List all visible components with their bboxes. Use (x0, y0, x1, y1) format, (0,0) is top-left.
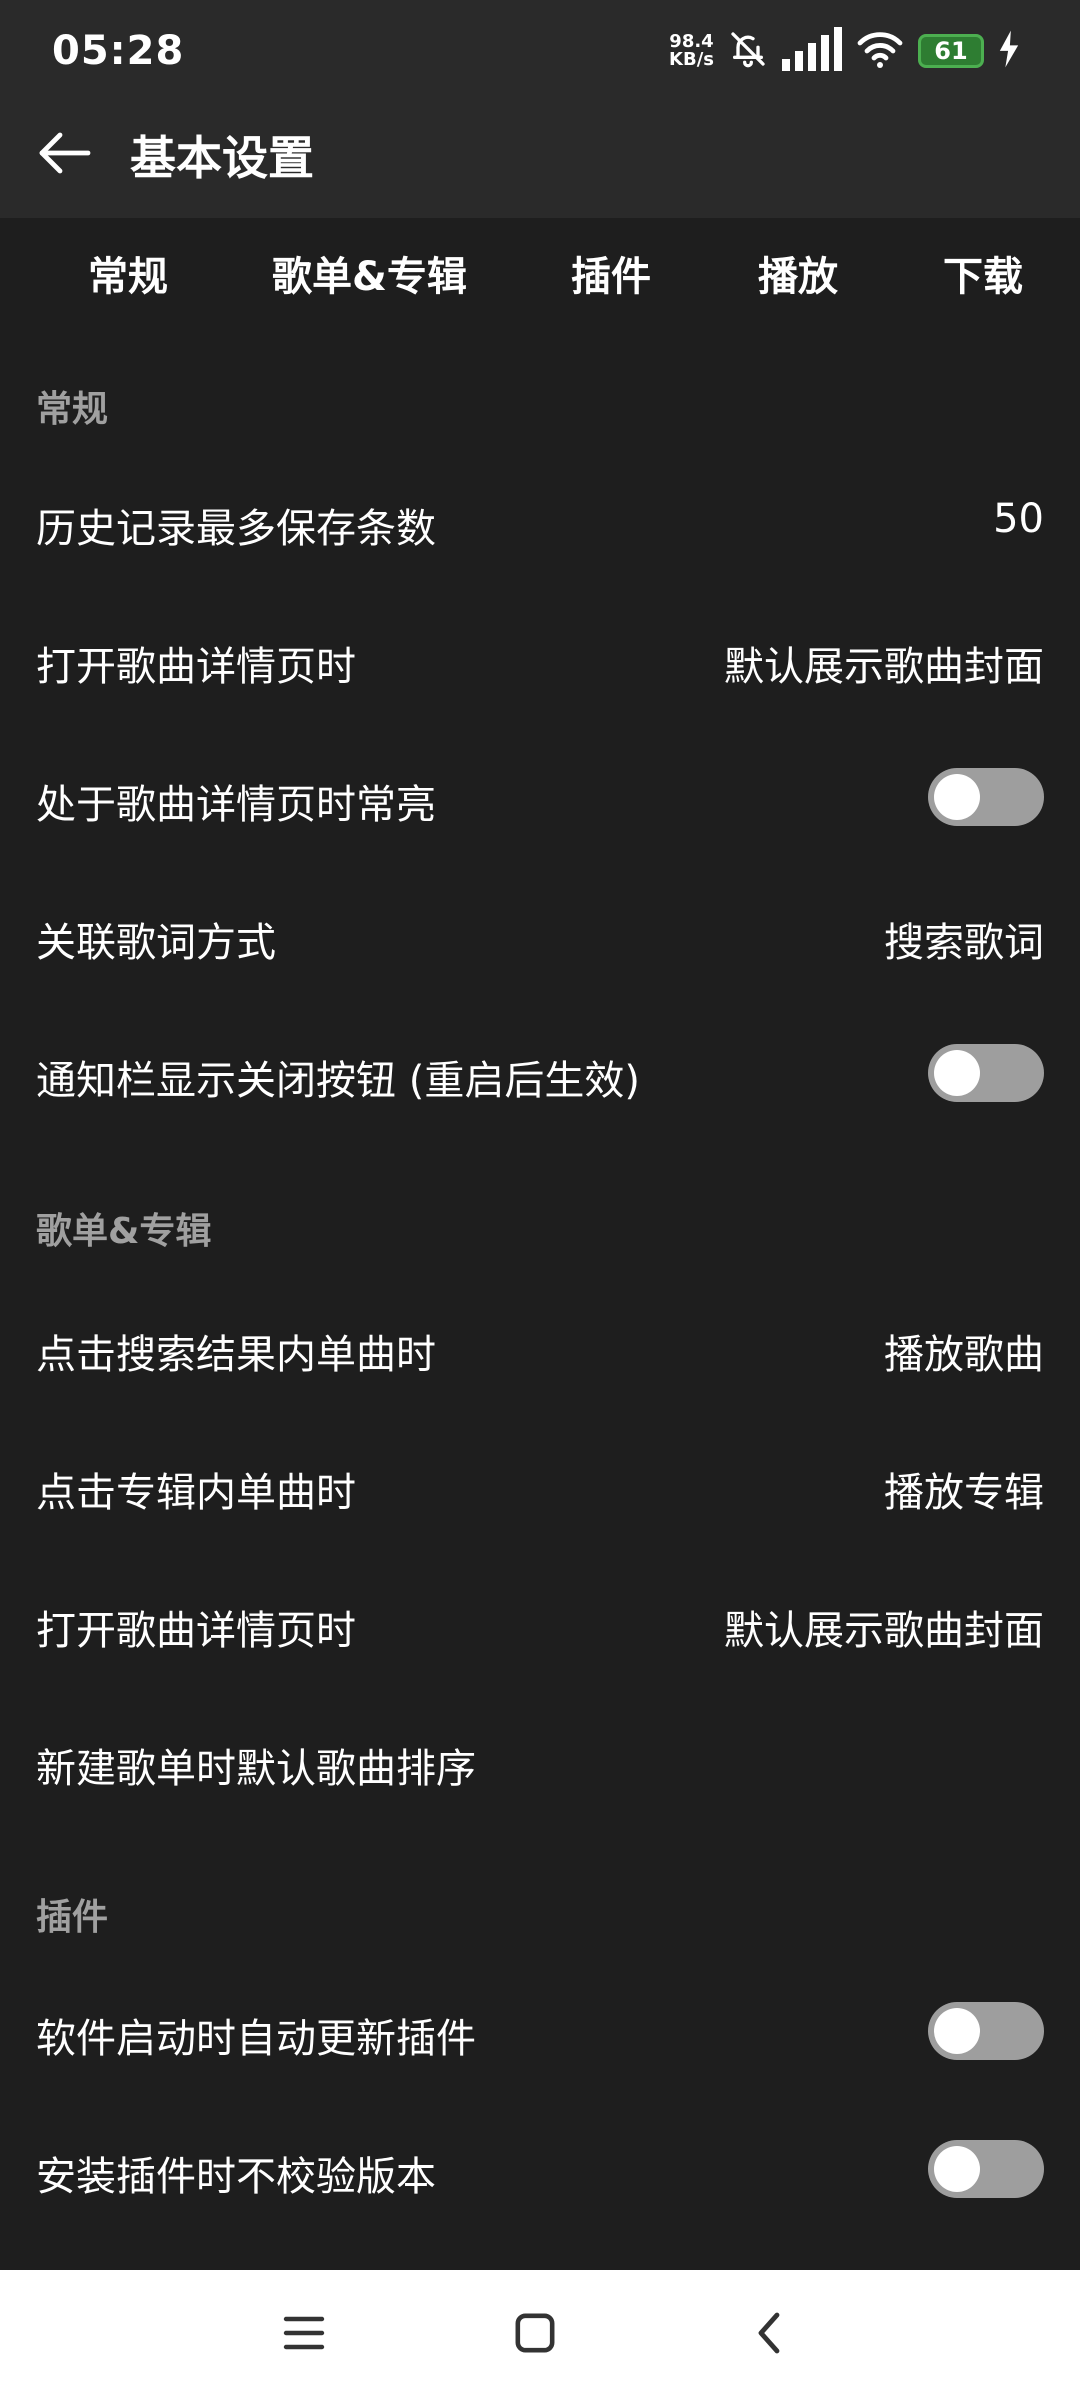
tab-download[interactable]: 下载 (943, 244, 1023, 302)
setting-label: 通知栏显示关闭按钮 (重启后生效) (36, 1058, 640, 1104)
toggle-switch[interactable] (928, 2140, 1044, 2198)
setting-open-detail[interactable]: 打开歌曲详情页时 默认展示歌曲封面 (0, 590, 1080, 728)
setting-skip-version-check: 安装插件时不校验版本 (0, 2100, 1080, 2238)
tab-general[interactable]: 常规 (88, 244, 168, 302)
section-title-playlist: 歌单&专辑 (36, 1211, 212, 1252)
nav-home-button[interactable] (500, 2300, 570, 2370)
setting-label: 关联歌词方式 (36, 920, 276, 966)
chevron-left-icon (754, 2311, 784, 2359)
setting-open-detail-playlist[interactable]: 打开歌曲详情页时 默认展示歌曲封面 (0, 1554, 1080, 1692)
setting-lyric-association[interactable]: 关联歌词方式 搜索歌词 (0, 866, 1080, 1004)
page-title: 基本设置 (130, 131, 314, 185)
network-speed: 98.4 KB/s (669, 33, 714, 69)
toggle-switch[interactable] (928, 2002, 1044, 2060)
signal-icon (782, 27, 842, 75)
setting-auto-update-plugins: 软件启动时自动更新插件 (0, 1962, 1080, 2100)
menu-icon (282, 2313, 326, 2357)
toggle-knob (934, 2146, 980, 2192)
network-speed-unit: KB/s (669, 49, 714, 70)
setting-label: 历史记录最多保存条数 (36, 506, 436, 552)
setting-label: 打开歌曲详情页时 (36, 1608, 356, 1654)
setting-value: 默认展示歌曲封面 (724, 644, 1044, 690)
setting-keep-screen-on: 处于歌曲详情页时常亮 (0, 728, 1080, 866)
nav-back-button[interactable] (734, 2300, 804, 2370)
setting-label: 处于歌曲详情页时常亮 (36, 782, 436, 828)
tab-playlist-album[interactable]: 歌单&专辑 (272, 244, 467, 302)
toggle-switch[interactable] (928, 768, 1044, 826)
arrow-left-icon (38, 131, 92, 179)
setting-label: 软件启动时自动更新插件 (36, 2016, 476, 2062)
status-bar: 05:28 98.4 KB/s 61 (0, 0, 1080, 100)
bell-off-icon (728, 29, 768, 73)
battery-indicator: 61 (918, 34, 984, 68)
section-title-general: 常规 (36, 389, 109, 430)
toggle-knob (934, 2008, 980, 2054)
setting-new-playlist-sort[interactable]: 新建歌单时默认歌曲排序 (0, 1692, 1080, 1830)
wifi-icon (856, 29, 904, 73)
toggle-switch[interactable] (928, 1044, 1044, 1102)
setting-notification-close-button: 通知栏显示关闭按钮 (重启后生效) (0, 1004, 1080, 1142)
status-icons: 98.4 KB/s 61 (669, 26, 1020, 76)
section-title-plugins: 插件 (36, 1897, 109, 1938)
setting-value: 默认展示歌曲封面 (724, 1608, 1044, 1654)
bolt-icon (998, 30, 1020, 72)
setting-label: 打开歌曲详情页时 (36, 644, 356, 690)
setting-history-max[interactable]: 历史记录最多保存条数 50 (0, 452, 1080, 590)
setting-value: 播放歌曲 (884, 1332, 1044, 1378)
setting-value: 50 (993, 496, 1044, 542)
setting-label: 点击搜索结果内单曲时 (36, 1332, 436, 1378)
setting-click-album-song[interactable]: 点击专辑内单曲时 播放专辑 (0, 1416, 1080, 1554)
setting-click-search-song[interactable]: 点击搜索结果内单曲时 播放歌曲 (0, 1278, 1080, 1416)
setting-value: 播放专辑 (884, 1470, 1044, 1516)
nav-menu-button[interactable] (269, 2300, 339, 2370)
setting-value: 搜索歌词 (884, 920, 1044, 966)
setting-label: 新建歌单时默认歌曲排序 (36, 1746, 476, 1792)
square-icon (514, 2312, 556, 2358)
section-tabs: 常规 歌单&专辑 插件 播放 下载 (0, 218, 1080, 328)
setting-label: 点击专辑内单曲时 (36, 1470, 356, 1516)
status-time: 05:28 (52, 28, 185, 74)
toggle-knob (934, 1050, 980, 1096)
system-navigation-bar (0, 2270, 1080, 2400)
app-header: 基本设置 (0, 100, 1080, 218)
tab-plugins[interactable]: 插件 (571, 244, 651, 302)
tab-playback[interactable]: 播放 (758, 244, 838, 302)
setting-label: 安装插件时不校验版本 (36, 2154, 436, 2200)
back-button[interactable] (30, 120, 100, 190)
toggle-knob (934, 774, 980, 820)
